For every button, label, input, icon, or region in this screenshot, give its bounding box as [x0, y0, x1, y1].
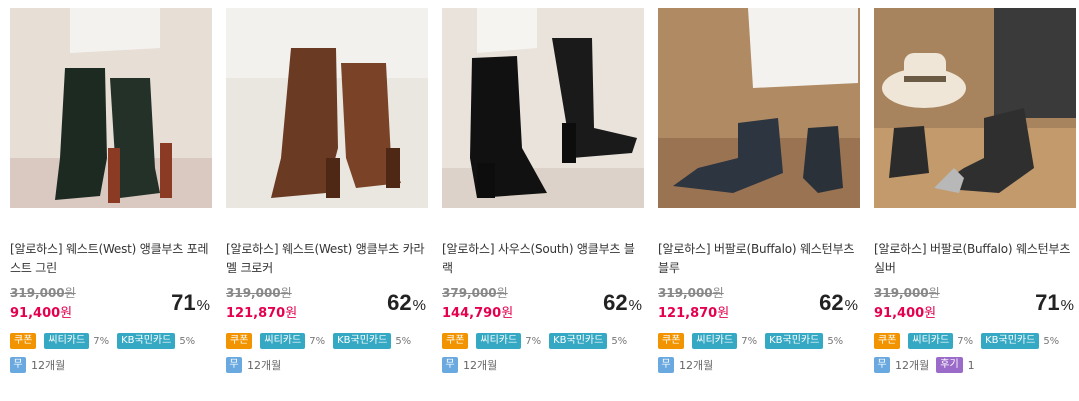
product-grid: [알로하스] 웨스트(West) 앵클부츠 포레스트 그린 319,000원 9… — [0, 0, 1079, 401]
product-card[interactable]: [알로하스] 웨스트(West) 앵클부츠 포레스트 그린 319,000원 9… — [10, 8, 212, 393]
installment-info: 무 12개월 — [658, 357, 713, 373]
coupon-badge: 쿠폰 — [10, 333, 37, 349]
sale-price: 121,870원 — [658, 306, 730, 321]
kb-card-rate: 5% — [1043, 335, 1060, 347]
product-title[interactable]: [알로하스] 웨스트(West) 앵클부츠 카라멜 크로커 — [226, 240, 426, 278]
product-card[interactable]: [알로하스] 버팔로(Buffalo) 웨스턴부츠 실버 319,000원 91… — [874, 8, 1076, 393]
interest-free-badge: 무 — [10, 357, 26, 373]
kb-card-rate: 5% — [395, 335, 412, 347]
discount-rate: 62% — [819, 290, 858, 315]
benefit-tags: 쿠폰 씨티카드 7% KB국민카드 5% — [226, 333, 411, 349]
original-price: 319,000원 — [658, 286, 724, 300]
product-card[interactable]: [알로하스] 버팔로(Buffalo) 웨스턴부츠 블루 319,000원 12… — [658, 8, 860, 393]
interest-free-badge: 무 — [874, 357, 890, 373]
product-image[interactable] — [874, 8, 1076, 208]
citi-card-rate: 7% — [525, 335, 542, 347]
product-title[interactable]: [알로하스] 버팔로(Buffalo) 웨스턴부츠 블루 — [658, 240, 858, 278]
product-title[interactable]: [알로하스] 사우스(South) 앵클부츠 블랙 — [442, 240, 642, 278]
product-title[interactable]: [알로하스] 웨스트(West) 앵클부츠 포레스트 그린 — [10, 240, 210, 278]
installment-info: 무 12개월 후기 1 — [874, 357, 975, 373]
interest-free-badge: 무 — [658, 357, 674, 373]
coupon-badge: 쿠폰 — [442, 333, 469, 349]
kb-card-rate: 5% — [827, 335, 844, 347]
installment-info: 무 12개월 — [442, 357, 497, 373]
review-badge: 후기 — [936, 357, 963, 373]
kb-card-badge: KB국민카드 — [549, 333, 608, 349]
citi-card-badge: 씨티카드 — [260, 333, 306, 349]
discount-rate: 62% — [603, 290, 642, 315]
product-image[interactable] — [226, 8, 428, 208]
citi-card-badge: 씨티카드 — [476, 333, 522, 349]
installment-months: 12개월 — [31, 359, 66, 372]
citi-card-rate: 7% — [741, 335, 758, 347]
citi-card-badge: 씨티카드 — [44, 333, 90, 349]
coupon-badge: 쿠폰 — [658, 333, 685, 349]
interest-free-badge: 무 — [442, 357, 458, 373]
citi-card-badge: 씨티카드 — [692, 333, 738, 349]
kb-card-badge: KB국민카드 — [117, 333, 176, 349]
installment-months: 12개월 — [679, 359, 714, 372]
discount-rate: 71% — [171, 290, 210, 315]
citi-card-rate: 7% — [957, 335, 974, 347]
product-image[interactable] — [442, 8, 644, 208]
installment-months: 12개월 — [463, 359, 498, 372]
kb-card-badge: KB국민카드 — [981, 333, 1040, 349]
coupon-badge: 쿠폰 — [874, 333, 901, 349]
installment-info: 무 12개월 — [10, 357, 65, 373]
kb-card-rate: 5% — [611, 335, 628, 347]
benefit-tags: 쿠폰 씨티카드 7% KB국민카드 5% — [10, 333, 195, 349]
discount-rate: 62% — [387, 290, 426, 315]
benefit-tags: 쿠폰 씨티카드 7% KB국민카드 5% — [658, 333, 843, 349]
installment-info: 무 12개월 — [226, 357, 281, 373]
original-price: 319,000원 — [10, 286, 76, 300]
sale-price: 91,400원 — [10, 306, 73, 321]
product-card[interactable]: [알로하스] 사우스(South) 앵클부츠 블랙 379,000원 144,7… — [442, 8, 644, 393]
discount-rate: 71% — [1035, 290, 1074, 315]
review-count: 1 — [967, 358, 975, 372]
benefit-tags: 쿠폰 씨티카드 7% KB국민카드 5% — [442, 333, 627, 349]
original-price: 379,000원 — [442, 286, 508, 300]
citi-card-badge: 씨티카드 — [908, 333, 954, 349]
kb-card-badge: KB국민카드 — [765, 333, 824, 349]
product-card[interactable]: [알로하스] 웨스트(West) 앵클부츠 카라멜 크로커 319,000원 1… — [226, 8, 428, 393]
sale-price: 91,400원 — [874, 306, 937, 321]
sale-price: 121,870원 — [226, 306, 298, 321]
kb-card-badge: KB국민카드 — [333, 333, 392, 349]
citi-card-rate: 7% — [309, 335, 326, 347]
citi-card-rate: 7% — [93, 335, 110, 347]
original-price: 319,000원 — [226, 286, 292, 300]
product-image[interactable] — [658, 8, 860, 208]
product-image[interactable] — [10, 8, 212, 208]
interest-free-badge: 무 — [226, 357, 242, 373]
coupon-badge: 쿠폰 — [226, 333, 253, 349]
kb-card-rate: 5% — [179, 335, 196, 347]
product-title[interactable]: [알로하스] 버팔로(Buffalo) 웨스턴부츠 실버 — [874, 240, 1074, 278]
installment-months: 12개월 — [247, 359, 282, 372]
installment-months: 12개월 — [895, 359, 930, 372]
original-price: 319,000원 — [874, 286, 940, 300]
benefit-tags: 쿠폰 씨티카드 7% KB국민카드 5% — [874, 333, 1059, 349]
sale-price: 144,790원 — [442, 306, 514, 321]
